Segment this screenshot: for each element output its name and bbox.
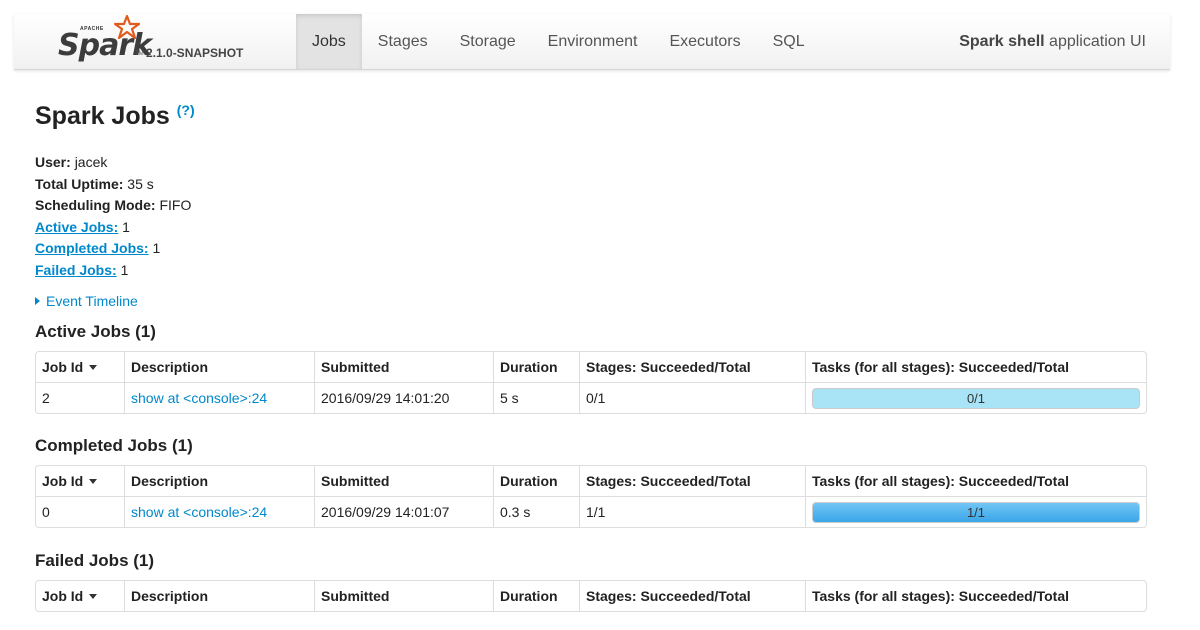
- apache-label: APACHE: [80, 26, 104, 32]
- cell-description: show at <console>:24: [124, 382, 314, 413]
- sort-desc-icon: [89, 594, 98, 599]
- header-description[interactable]: Description: [124, 352, 314, 382]
- header-duration[interactable]: Duration: [493, 581, 579, 611]
- task-progress-bar: 0/1: [812, 387, 1140, 409]
- spark-star-icon: [114, 15, 140, 39]
- table-header-row: Job Id Description Submitted Duration St…: [36, 466, 1146, 496]
- table-header-row: Job Id Description Submitted Duration St…: [36, 581, 1146, 611]
- summary-user: User: jacek: [35, 152, 1147, 174]
- summary-completed-jobs: Completed Jobs: 1: [35, 238, 1147, 260]
- header-submitted[interactable]: Submitted: [314, 581, 493, 611]
- failed-jobs-link[interactable]: Failed Jobs:: [35, 262, 117, 278]
- header-submitted[interactable]: Submitted: [314, 352, 493, 382]
- page-title-text: Spark Jobs: [35, 102, 170, 130]
- header-job-id-label: Job Id: [42, 588, 84, 604]
- cell-tasks: 1/1: [805, 496, 1146, 527]
- sort-desc-icon: [89, 365, 98, 370]
- completed-jobs-count: 1: [152, 240, 161, 256]
- header-duration[interactable]: Duration: [493, 466, 579, 496]
- completed-jobs-link[interactable]: Completed Jobs:: [35, 240, 149, 256]
- header-job-id-label: Job Id: [42, 359, 84, 375]
- header-job-id[interactable]: Job Id: [36, 352, 124, 382]
- header-description[interactable]: Description: [124, 581, 314, 611]
- cell-job-id: 0: [36, 496, 124, 527]
- application-title: Spark shell application UI: [959, 14, 1146, 69]
- header-tasks[interactable]: Tasks (for all stages): Succeeded/Total: [805, 581, 1146, 611]
- trademark-label: TM: [135, 51, 144, 57]
- header-job-id[interactable]: Job Id: [36, 581, 124, 611]
- cell-description: show at <console>:24: [124, 496, 314, 527]
- page-title: Spark Jobs (?): [35, 100, 1147, 132]
- cell-tasks: 0/1: [805, 382, 1146, 413]
- cell-submitted: 2016/09/29 14:01:07: [314, 496, 493, 527]
- user-value: jacek: [74, 154, 108, 170]
- failed-jobs-count: 1: [120, 261, 129, 278]
- scheduling-mode-value: FIFO: [159, 197, 192, 213]
- expand-arrow-icon: [35, 297, 40, 305]
- tab-storage[interactable]: Storage: [444, 14, 532, 69]
- task-progress-label: 1/1: [966, 504, 986, 520]
- summary-active-jobs: Active Jobs: 1: [35, 217, 1147, 239]
- uptime-value: 35 s: [127, 175, 154, 192]
- task-progress-label: 0/1: [966, 390, 986, 406]
- tab-jobs[interactable]: Jobs: [296, 14, 362, 69]
- cell-submitted: 2016/09/29 14:01:20: [314, 382, 493, 413]
- cell-job-id: 2: [36, 382, 124, 413]
- cell-stages: 0/1: [579, 382, 805, 413]
- event-timeline-label: Event Timeline: [46, 293, 138, 309]
- tab-stages[interactable]: Stages: [362, 14, 444, 69]
- header-description[interactable]: Description: [124, 466, 314, 496]
- failed-jobs-table: Job Id Description Submitted Duration St…: [35, 580, 1147, 612]
- table-header-row: Job Id Description Submitted Duration St…: [36, 352, 1146, 382]
- main-content: Spark Jobs (?) User: jacek Total Uptime:…: [35, 100, 1147, 612]
- tab-executors[interactable]: Executors: [653, 14, 756, 69]
- table-row: 0 show at <console>:24 2016/09/29 14:01:…: [36, 496, 1146, 527]
- header-tasks[interactable]: Tasks (for all stages): Succeeded/Total: [805, 352, 1146, 382]
- failed-jobs-heading: Failed Jobs (1): [35, 551, 155, 570]
- help-link[interactable]: (?): [177, 102, 195, 118]
- active-jobs-heading: Active Jobs (1): [35, 322, 156, 341]
- nav-tabs: Jobs Stages Storage Environment Executor…: [296, 14, 821, 69]
- spark-version: 2.1.0-SNAPSHOT: [146, 46, 244, 60]
- active-jobs-count: 1: [122, 218, 130, 235]
- summary-failed-jobs: Failed Jobs: 1: [35, 260, 1147, 282]
- tab-environment[interactable]: Environment: [532, 14, 654, 69]
- cell-stages: 1/1: [579, 496, 805, 527]
- header-stages[interactable]: Stages: Succeeded/Total: [579, 466, 805, 496]
- cell-duration: 5 s: [493, 382, 579, 413]
- uptime-label: Total Uptime:: [35, 175, 124, 192]
- header-duration[interactable]: Duration: [493, 352, 579, 382]
- table-row: 2 show at <console>:24 2016/09/29 14:01:…: [36, 382, 1146, 413]
- summary-uptime: Total Uptime: 35 s: [35, 174, 1147, 196]
- header-submitted[interactable]: Submitted: [314, 466, 493, 496]
- cell-duration: 0.3 s: [493, 496, 579, 527]
- header-tasks[interactable]: Tasks (for all stages): Succeeded/Total: [805, 466, 1146, 496]
- tab-sql[interactable]: SQL: [757, 14, 821, 69]
- task-progress-bar: 1/1: [812, 501, 1140, 523]
- job-description-link[interactable]: show at <console>:24: [131, 504, 267, 520]
- summary-scheduling-mode: Scheduling Mode: FIFO: [35, 195, 1147, 217]
- user-label: User:: [35, 154, 71, 170]
- header-job-id[interactable]: Job Id: [36, 466, 124, 496]
- completed-jobs-heading: Completed Jobs (1): [35, 436, 193, 455]
- header-stages[interactable]: Stages: Succeeded/Total: [579, 352, 805, 382]
- header-job-id-label: Job Id: [42, 473, 84, 489]
- top-navbar: Spark APACHE TM 2.1.0-SNAPSHOT Jobs Stag…: [14, 14, 1170, 70]
- app-name: Spark shell: [959, 33, 1045, 50]
- active-jobs-table: Job Id Description Submitted Duration St…: [35, 351, 1147, 414]
- app-title-suffix: application UI: [1044, 33, 1146, 50]
- active-jobs-link[interactable]: Active Jobs:: [35, 219, 118, 235]
- job-description-link[interactable]: show at <console>:24: [131, 390, 267, 406]
- spark-logo[interactable]: Spark APACHE TM 2.1.0-SNAPSHOT: [58, 15, 278, 66]
- header-stages[interactable]: Stages: Succeeded/Total: [579, 581, 805, 611]
- event-timeline-toggle[interactable]: Event Timeline: [35, 291, 1147, 311]
- sort-desc-icon: [89, 479, 98, 484]
- scheduling-mode-label: Scheduling Mode:: [35, 197, 156, 213]
- jobs-summary: User: jacek Total Uptime: 35 s Schedulin…: [35, 152, 1147, 281]
- completed-jobs-table: Job Id Description Submitted Duration St…: [35, 465, 1147, 528]
